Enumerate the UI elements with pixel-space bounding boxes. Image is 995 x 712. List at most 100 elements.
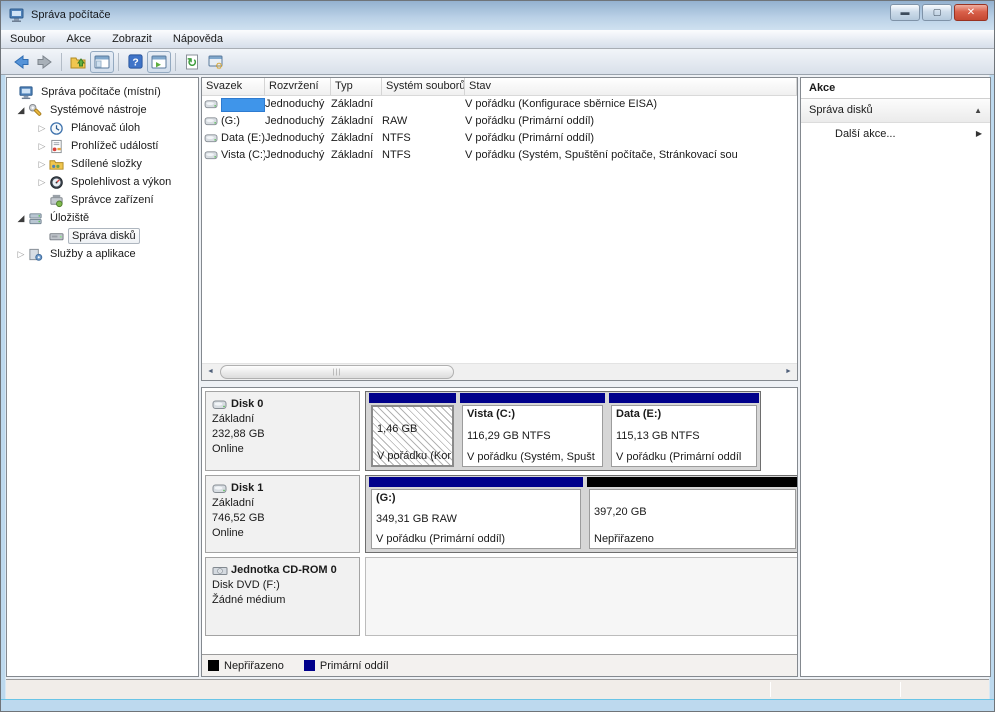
maximize-button[interactable]: ▢ — [922, 4, 952, 21]
disk1-band: (G:) 349,31 GB RAW V pořádku (Primární o… — [365, 475, 798, 553]
disk-icon — [212, 399, 228, 411]
partition-status: V pořádku (Primární oddíl) — [376, 533, 576, 546]
menu-zobrazit[interactable]: Zobrazit — [103, 30, 161, 48]
tree-item-system-tools[interactable]: ◢ Systémové nástroje — [7, 101, 198, 119]
disk-size: 232,88 GB — [212, 427, 353, 442]
volume-icon — [204, 150, 219, 161]
help-button[interactable] — [123, 51, 147, 73]
device-manager-icon — [49, 193, 64, 208]
legend-label: Nepřiřazeno — [224, 660, 284, 672]
storage-icon — [28, 211, 43, 226]
show-console-tree-button[interactable] — [90, 51, 114, 73]
tree-item-services-applications[interactable]: ▷ Služby a aplikace — [7, 245, 198, 263]
volume-row-eisa[interactable]: Jednoduchý Základní V pořádku (Konfigura… — [202, 96, 797, 113]
tree-item-shared-folders[interactable]: ▷ Sdílené složky — [7, 155, 198, 173]
expanded-arrow-icon[interactable]: ◢ — [16, 213, 26, 224]
partition-status: V pořádku (Systém, Spušt — [467, 451, 598, 464]
volume-layout: Jednoduchý — [265, 96, 331, 113]
disk0-band: 1,46 GB V pořádku (Kor Vista (C:) 116,29… — [365, 391, 761, 471]
volume-icon — [204, 99, 219, 110]
services-icon — [28, 247, 43, 262]
collapse-arrow-icon[interactable]: ▲ — [974, 99, 982, 122]
menu-soubor[interactable]: Soubor — [1, 30, 54, 48]
collapsed-arrow-icon[interactable]: ▷ — [37, 123, 47, 134]
expanded-arrow-icon[interactable]: ◢ — [16, 105, 26, 116]
column-system-souboru[interactable]: Systém souborů — [382, 78, 465, 95]
collapsed-arrow-icon[interactable]: ▷ — [37, 159, 47, 170]
tree-item-storage[interactable]: ◢ Úložiště — [7, 209, 198, 227]
volume-list-header: Svazek Rozvržení Typ Systém souborů Stav — [202, 78, 797, 96]
tree-item-reliability-performance[interactable]: ▷ Spolehlivost a výkon — [7, 173, 198, 191]
disk0-label-box[interactable]: Disk 0 Základní 232,88 GB Online — [205, 391, 360, 471]
volume-type: Základní — [331, 130, 382, 147]
cdrom-label-box[interactable]: Jednotka CD-ROM 0 Disk DVD (F:) Žádné mé… — [205, 557, 360, 636]
unallocated-bar — [587, 477, 798, 487]
toolbar — [1, 49, 994, 75]
tree-item-device-manager[interactable]: Správce zařízení — [7, 191, 198, 209]
partition-size: 397,20 GB — [594, 506, 791, 519]
console-window-icon — [207, 53, 225, 71]
back-button[interactable] — [9, 51, 33, 73]
actions-header: Akce — [801, 78, 990, 99]
console-window-button[interactable] — [204, 51, 228, 73]
partition-size: 116,29 GB NTFS — [467, 430, 598, 443]
disk-name: Disk 0 — [231, 397, 263, 412]
console-tree-panel: Správa počítače (místní) ◢ Systémové nás… — [6, 77, 199, 677]
disk-state: Online — [212, 442, 353, 457]
menu-napoveda[interactable]: Nápověda — [164, 30, 232, 48]
partition-eisa[interactable]: 1,46 GB V pořádku (Kor — [368, 392, 457, 470]
status-bar-separator — [900, 682, 901, 697]
forward-button[interactable] — [33, 51, 57, 73]
primary-partition-bar — [460, 393, 605, 403]
partition-size: 349,31 GB RAW — [376, 513, 576, 526]
column-rozvrzeni[interactable]: Rozvržení — [265, 78, 331, 95]
window-title: Správa počítače — [31, 1, 111, 29]
partition-size: 1,46 GB — [377, 423, 448, 436]
column-svazek[interactable]: Svazek — [202, 78, 265, 95]
tree-item-event-viewer[interactable]: ▷ Prohlížeč událostí — [7, 137, 198, 155]
minimize-button[interactable]: ▬ — [890, 4, 920, 21]
scroll-right-arrow[interactable]: ► — [780, 364, 797, 380]
cdrom-band — [365, 557, 798, 636]
tree-item-computer-management[interactable]: Správa počítače (místní) — [7, 83, 198, 101]
volume-row-g[interactable]: (G:) Jednoduchý Základní RAW V pořádku (… — [202, 113, 797, 130]
window-border-bottom — [1, 699, 994, 711]
partition-vista-c[interactable]: Vista (C:) 116,29 GB NTFS V pořádku (Sys… — [459, 392, 606, 470]
title-bar[interactable]: Správa počítače ▬ ▢ ✕ — [1, 1, 994, 30]
tree-item-disk-management[interactable]: Správa disků — [7, 227, 198, 245]
selected-volume-name-box[interactable] — [221, 98, 265, 112]
task-scheduler-icon — [49, 121, 64, 136]
show-action-pane-button[interactable] — [147, 51, 171, 73]
collapsed-arrow-icon[interactable]: ▷ — [37, 177, 47, 188]
collapsed-arrow-icon[interactable]: ▷ — [37, 141, 47, 152]
actions-section-label: Správa disků — [809, 99, 873, 122]
column-typ[interactable]: Typ — [331, 78, 382, 95]
refresh-button[interactable] — [180, 51, 204, 73]
volume-type: Základní — [331, 147, 382, 164]
column-stav[interactable]: Stav — [465, 78, 797, 95]
menu-akce[interactable]: Akce — [58, 30, 100, 48]
collapsed-arrow-icon[interactable]: ▷ — [16, 249, 26, 260]
partition-unallocated[interactable]: 397,20 GB Nepřiřazeno — [586, 476, 798, 552]
volume-icon — [204, 116, 219, 127]
disk0-row: Disk 0 Základní 232,88 GB Online 1,46 GB… — [205, 391, 796, 471]
scrollbar-thumb[interactable]: ||| — [220, 365, 454, 379]
tree-item-label: Plánovač úloh — [68, 121, 143, 135]
partition-label: (G:) — [376, 492, 576, 505]
horizontal-scrollbar[interactable]: ◄ ||| ► — [202, 363, 797, 380]
actions-section-disk-management[interactable]: Správa disků ▲ — [801, 99, 990, 123]
scroll-left-arrow[interactable]: ◄ — [202, 364, 219, 380]
export-list-button[interactable] — [66, 51, 90, 73]
tree-item-label: Sdílené složky — [68, 157, 145, 171]
partition-data-e[interactable]: Data (E:) 115,13 GB NTFS V pořádku (Prim… — [608, 392, 760, 470]
disk1-label-box[interactable]: Disk 1 Základní 746,52 GB Online — [205, 475, 360, 553]
cdrom-drive-letter: Disk DVD (F:) — [212, 578, 353, 593]
partition-g[interactable]: (G:) 349,31 GB RAW V pořádku (Primární o… — [368, 476, 584, 552]
tree-item-task-scheduler[interactable]: ▷ Plánovač úloh — [7, 119, 198, 137]
close-button[interactable]: ✕ — [954, 4, 988, 21]
volume-row-data-e[interactable]: Data (E:) Jednoduchý Základní NTFS V poř… — [202, 130, 797, 147]
show-console-tree-icon — [93, 53, 111, 71]
more-actions-item[interactable]: Další akce... ▶ — [801, 123, 990, 145]
volume-row-vista-c[interactable]: Vista (C:) Jednoduchý Základní NTFS V po… — [202, 147, 797, 164]
disk1-row: Disk 1 Základní 746,52 GB Online (G:) 34… — [205, 475, 796, 553]
